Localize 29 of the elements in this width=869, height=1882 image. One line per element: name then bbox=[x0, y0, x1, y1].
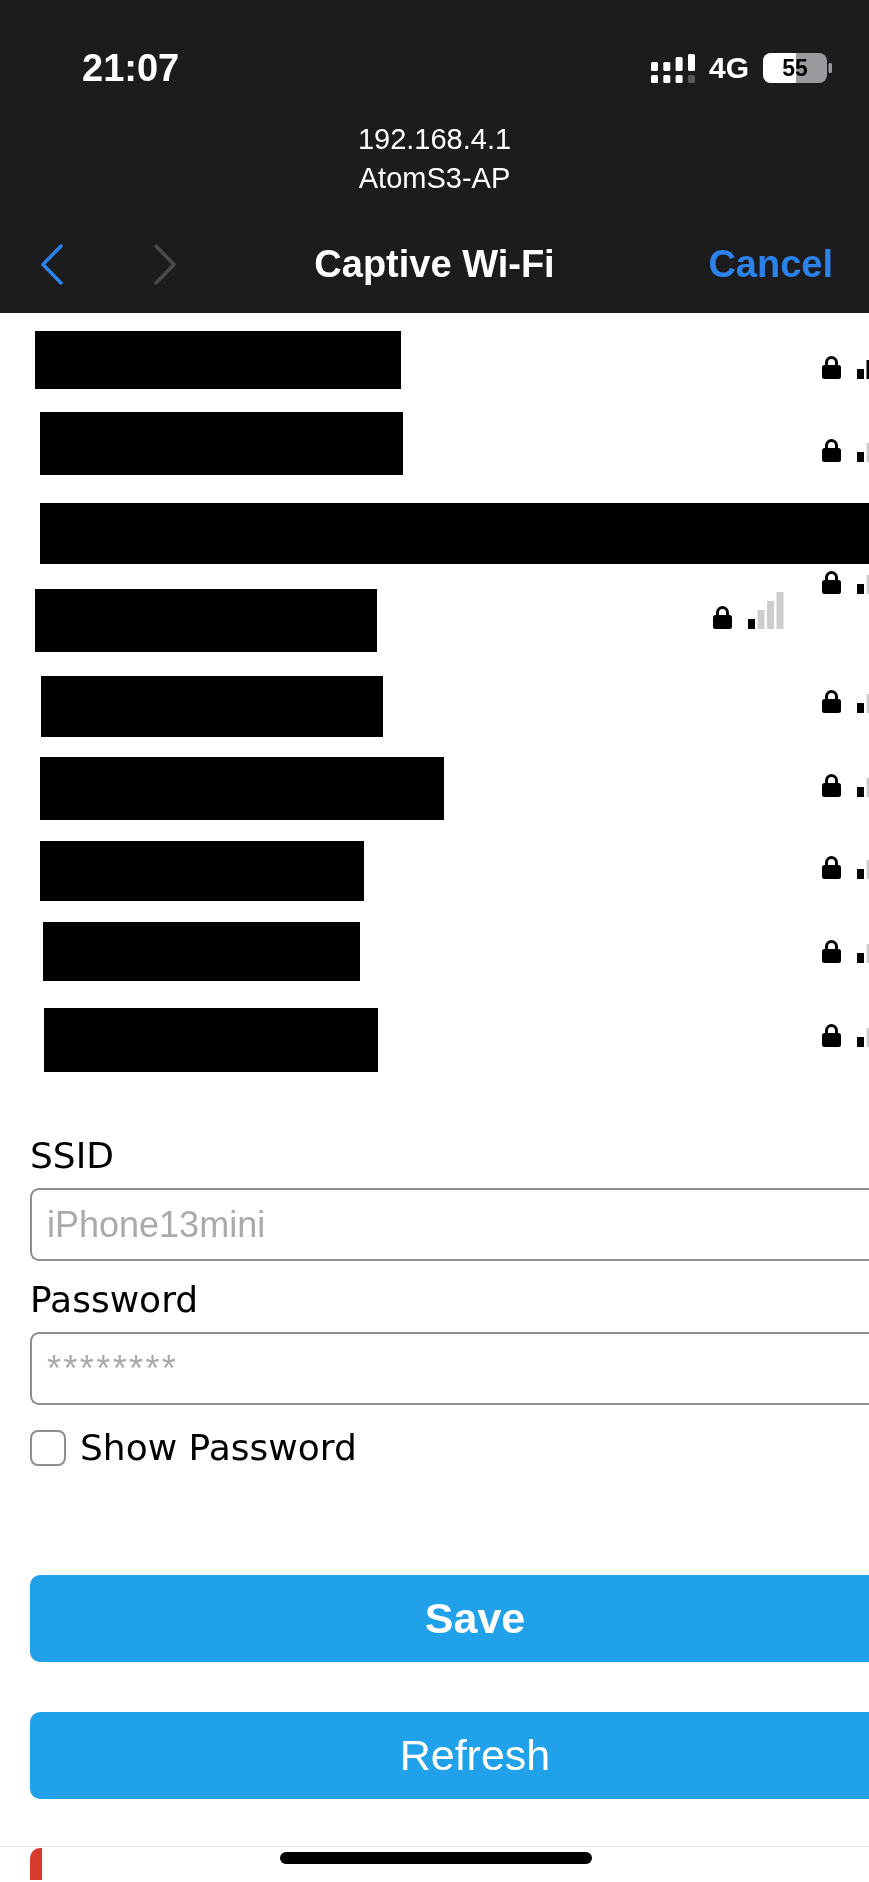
signal-bars-icon bbox=[857, 575, 869, 594]
signal-bars-icon bbox=[857, 778, 869, 797]
chevron-left-icon bbox=[40, 244, 64, 285]
signal-bars-icon bbox=[857, 443, 869, 462]
signal-bars-icon bbox=[857, 860, 869, 879]
checkbox[interactable] bbox=[30, 1430, 66, 1466]
page-title: Captive Wi-Fi bbox=[314, 243, 555, 286]
back-button[interactable] bbox=[40, 244, 64, 285]
cellular-signal-icon bbox=[650, 53, 695, 83]
password-input[interactable]: ******** bbox=[30, 1332, 869, 1405]
signal-bars-icon bbox=[857, 360, 869, 379]
field-label: Password bbox=[30, 1278, 199, 1322]
cancel-button[interactable]: Cancel bbox=[708, 243, 833, 286]
refresh-button[interactable]: Refresh bbox=[30, 1712, 869, 1799]
host-address: 192.168.4.1 bbox=[357, 122, 512, 157]
signal-bars-icon bbox=[857, 694, 869, 713]
network-type: 4G bbox=[708, 52, 749, 84]
signal-bars-icon bbox=[857, 944, 869, 963]
signal-bars-icon bbox=[748, 592, 784, 629]
checkbox-label[interactable]: Show Password bbox=[80, 1428, 357, 1468]
battery-indicator: 55 bbox=[763, 53, 832, 83]
field-label: SSID bbox=[30, 1134, 115, 1178]
save-button[interactable]: Save bbox=[30, 1575, 869, 1662]
alert-stripe bbox=[30, 1848, 42, 1880]
chevron-right-icon bbox=[153, 244, 177, 285]
status-time: 21:07 bbox=[82, 48, 180, 88]
signal-bars-icon bbox=[857, 1028, 869, 1047]
network-name: AtomS3-AP bbox=[358, 161, 511, 196]
ssid-input[interactable]: iPhone13mini bbox=[30, 1188, 869, 1261]
